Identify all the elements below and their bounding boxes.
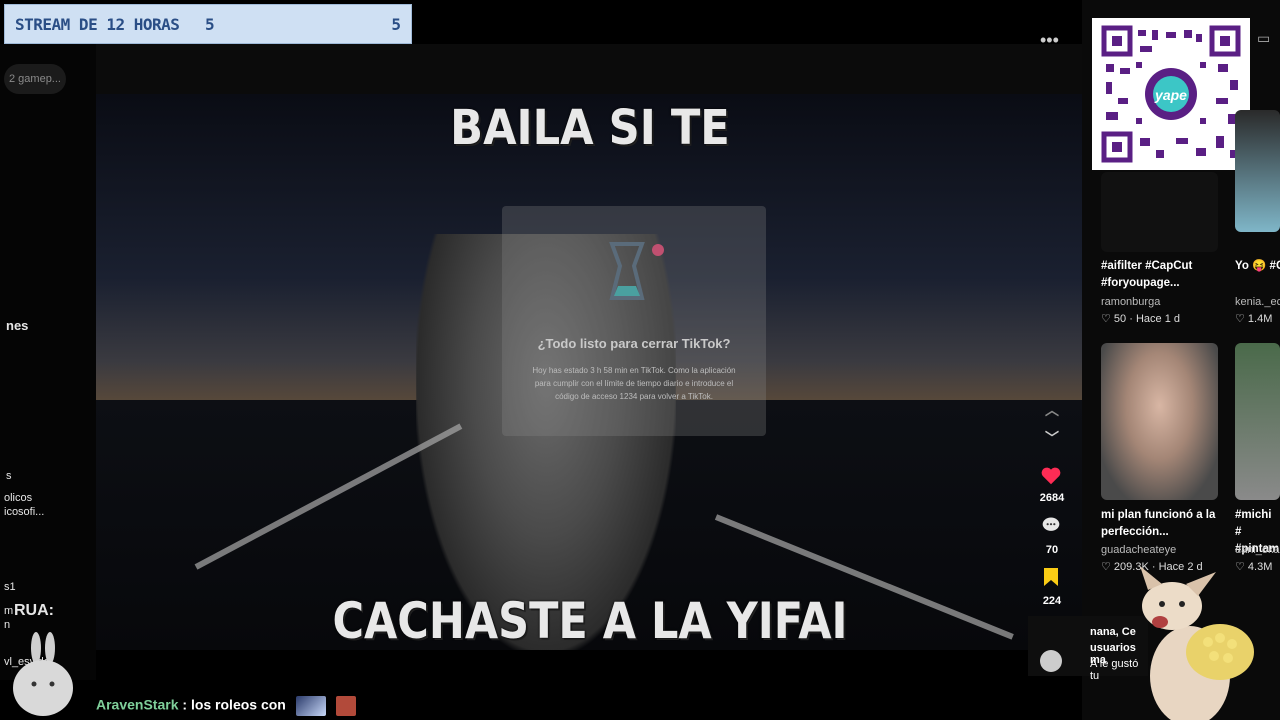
chat-text: : los roleos con	[182, 696, 286, 713]
card-meta: ♡ 1.4M	[1235, 313, 1273, 325]
chevron-down-icon[interactable]: ﹀	[1034, 428, 1070, 448]
card-meta: ♡ 50 · Hace 1 d	[1101, 313, 1180, 325]
dialog-body: Hoy has estado 3 h 58 min en TikTok. Com…	[532, 366, 736, 401]
comment-icon[interactable]	[1041, 515, 1061, 535]
card-user[interactable]: ramonburga	[1101, 296, 1160, 308]
chat-message: AravenStark : los roleos con	[96, 696, 356, 716]
emote-icon	[335, 696, 356, 716]
heart-icon[interactable]	[1040, 465, 1062, 487]
yape-qr-code: yape	[1092, 18, 1250, 170]
chat-fragment: icosofi...	[4, 506, 45, 518]
avatar	[1040, 650, 1062, 672]
video-thumbnail[interactable]	[1101, 343, 1218, 500]
video-thumbnail[interactable]	[1235, 343, 1280, 500]
chat-fragment: m	[4, 605, 14, 617]
hourglass-icon	[609, 242, 664, 300]
chat-fragment: nes	[6, 318, 29, 333]
screen-time-dialog: ¿Todo listo para cerrar TikTok? Hoy has …	[502, 206, 766, 436]
scoreboard: STREAM DE 12 HORAS 5 5	[4, 4, 412, 44]
like-count: 2684	[1039, 492, 1065, 504]
cat-with-corn-image	[1140, 566, 1254, 720]
card-user[interactable]: kenia._ec	[1235, 296, 1280, 308]
card-user[interactable]: dani_okas	[1235, 544, 1280, 556]
comment-count: 70	[1045, 544, 1059, 556]
chevron-up-icon[interactable]: ︿	[1034, 400, 1070, 420]
card-user[interactable]: guadacheateye	[1101, 544, 1176, 556]
caption-top: BAILA SI TE	[450, 100, 730, 156]
caption-bottom: CACHASTE A LA YIFAI	[332, 592, 848, 650]
bookmark-icon[interactable]	[1043, 567, 1059, 587]
score-left: 5	[205, 15, 215, 34]
chat-fragment: s	[6, 470, 12, 482]
card-title[interactable]: #aifilter #CapCut #foryoupage...	[1101, 258, 1219, 292]
score-right: 5	[391, 15, 401, 34]
card-title[interactable]: Yo 😝 #C #popula	[1235, 258, 1280, 275]
bunny-avatar	[13, 632, 73, 716]
video-thumbnail[interactable]	[1101, 172, 1218, 252]
video-thumbnail[interactable]	[1235, 110, 1280, 232]
gamepad-chip[interactable]: 2 gamep...	[4, 64, 66, 94]
chat-fragment: RUA:	[14, 602, 54, 619]
video-header	[96, 44, 1082, 94]
chat-fragment: olicos	[4, 492, 33, 504]
window-control[interactable]: ▭	[1257, 30, 1270, 47]
more-options-icon[interactable]: •••	[1040, 30, 1059, 51]
scoreboard-label: STREAM DE 12 HORAS	[15, 15, 180, 34]
chat-fragment: s1	[4, 581, 16, 593]
chat-username[interactable]: AravenStark	[96, 697, 179, 713]
svg-text:yape: yape	[1154, 87, 1187, 103]
card-title[interactable]: mi plan funcionó a la perfección...	[1101, 507, 1221, 541]
save-count: 224	[1042, 595, 1062, 607]
dialog-title: ¿Todo listo para cerrar TikTok?	[537, 336, 731, 351]
emote-icon	[295, 696, 326, 716]
